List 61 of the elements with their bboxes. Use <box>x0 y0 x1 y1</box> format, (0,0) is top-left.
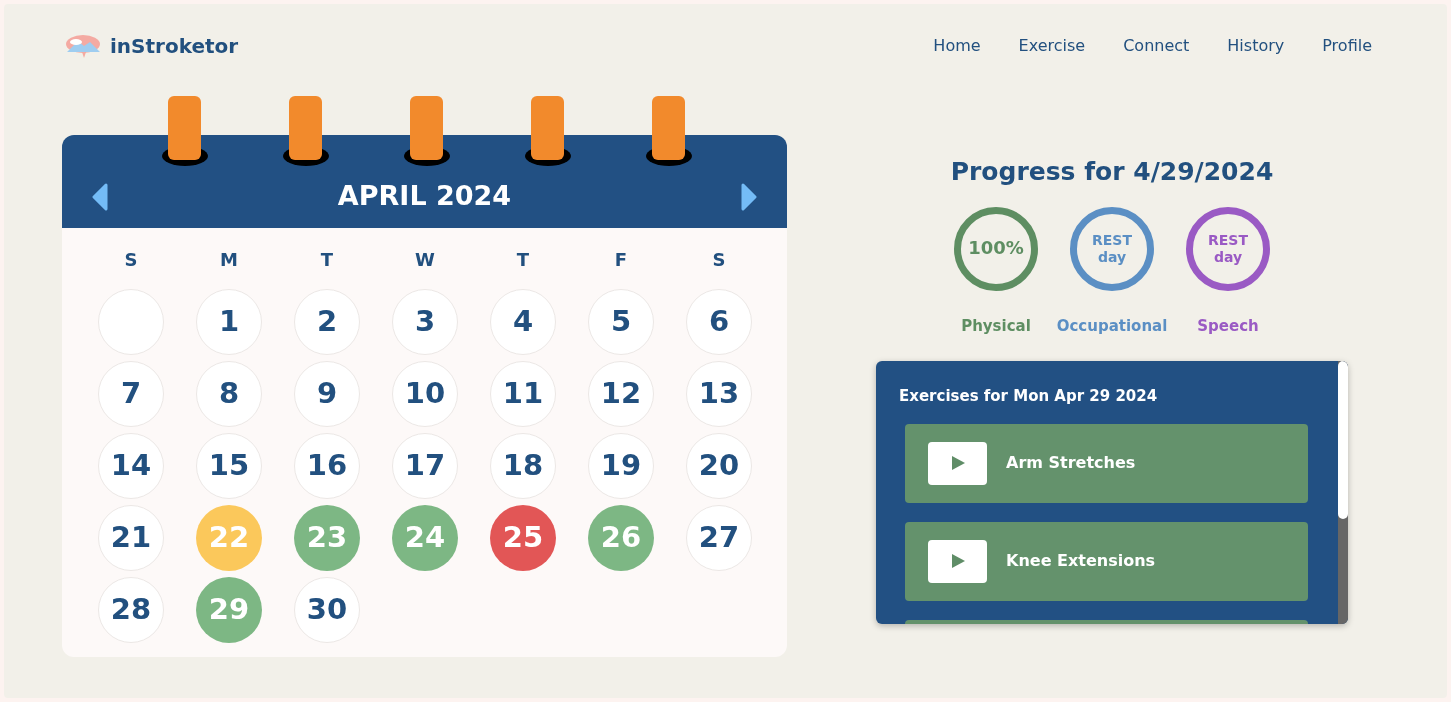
day-cell[interactable]: 1 <box>196 289 262 355</box>
day-cell[interactable]: 15 <box>196 433 262 499</box>
play-button[interactable] <box>928 441 987 485</box>
scrollbar[interactable] <box>1338 361 1348 624</box>
exercise-name: Arm Stretches <box>1006 452 1136 474</box>
exercise-card[interactable]: Arm Stretches <box>905 423 1308 503</box>
weekday-label: S <box>123 248 139 272</box>
exercise-panel-title: Exercises for Mon Apr 29 2024 <box>899 386 1159 407</box>
day-cell[interactable]: 11 <box>490 361 556 427</box>
exercise-name: Knee Extensions <box>1006 550 1156 572</box>
ring-value: 100% <box>968 238 1024 259</box>
day-cell[interactable]: 4 <box>490 289 556 355</box>
day-cell[interactable]: 8 <box>196 361 262 427</box>
logo-icon <box>64 33 102 59</box>
weekday-label: T <box>515 248 531 272</box>
day-cell[interactable]: 3 <box>392 289 458 355</box>
day-cell[interactable]: 20 <box>686 433 752 499</box>
day-cell[interactable]: 6 <box>686 289 752 355</box>
progress-title: Progress for 4/29/2024 <box>950 156 1274 188</box>
ring-value: day <box>1213 248 1243 265</box>
next-arrow-icon[interactable] <box>741 182 757 211</box>
day-cell[interactable]: 21 <box>98 505 164 571</box>
brand-name: inStroketor <box>110 33 239 60</box>
day-cell[interactable]: 16 <box>294 433 360 499</box>
nav-link[interactable]: Home <box>918 34 996 58</box>
nav-link[interactable]: Connect <box>1108 34 1205 58</box>
day-cell[interactable]: 30 <box>294 577 360 643</box>
ring-value: REST <box>1208 232 1248 249</box>
play-button[interactable] <box>928 539 987 583</box>
ring-value: REST <box>1092 232 1132 249</box>
day-cell[interactable]: 17 <box>392 433 458 499</box>
play-icon <box>949 455 966 471</box>
nav-link[interactable]: Profile <box>1307 34 1387 58</box>
play-icon <box>949 553 966 569</box>
day-cell[interactable]: 14 <box>98 433 164 499</box>
therapy-label: Speech <box>1197 315 1259 337</box>
weekday-label: T <box>319 248 335 272</box>
month-title: APRIL 2024 <box>337 179 512 214</box>
day-cell[interactable]: 7 <box>98 361 164 427</box>
nav-link[interactable]: History <box>1212 34 1300 58</box>
therapy-label: Physical <box>961 315 1031 337</box>
previous-arrow-icon[interactable] <box>92 182 108 211</box>
day-cell[interactable]: 13 <box>686 361 752 427</box>
weekday-label: S <box>711 248 727 272</box>
weekday-label: M <box>219 248 239 272</box>
day-cell[interactable]: 27 <box>686 505 752 571</box>
ring-value: day <box>1097 248 1127 265</box>
therapy-label: Occupational <box>1056 315 1168 337</box>
weekday-label: F <box>613 248 629 272</box>
day-cell[interactable]: 2 <box>294 289 360 355</box>
day-cell[interactable]: 19 <box>588 433 654 499</box>
nav-link[interactable]: Exercise <box>1003 34 1101 58</box>
day-cell[interactable]: 10 <box>392 361 458 427</box>
day-cell[interactable]: 28 <box>98 577 164 643</box>
exercise-card[interactable]: Knee Extensions <box>905 521 1308 601</box>
day-cell[interactable]: 5 <box>588 289 654 355</box>
day-cell[interactable]: 9 <box>294 361 360 427</box>
weekday-label: W <box>414 248 436 272</box>
day-cell[interactable]: 25 <box>490 505 556 571</box>
day-cell[interactable]: 12 <box>588 361 654 427</box>
day-cell[interactable]: 18 <box>490 433 556 499</box>
